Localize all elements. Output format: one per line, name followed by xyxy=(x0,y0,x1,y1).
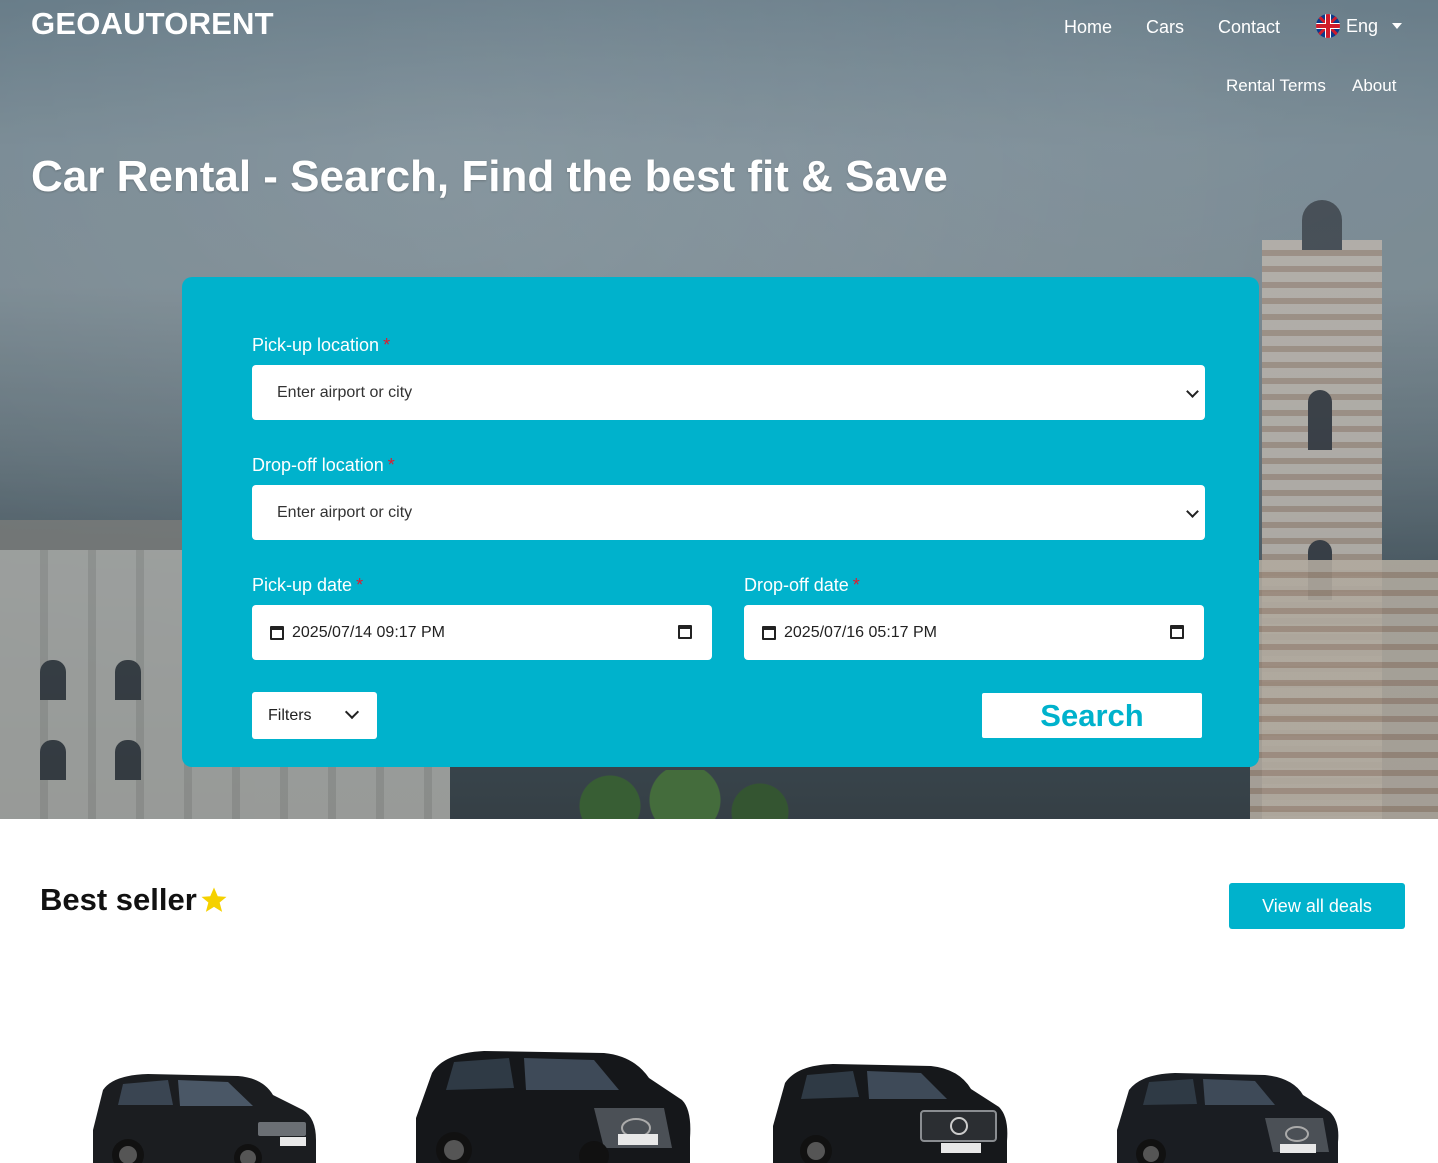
pickup-date-input[interactable]: 2025/07/14 09:17 PM xyxy=(252,605,712,660)
hero-banner: GEOAUTORENT Home Cars Contact Eng Rental… xyxy=(0,0,1438,819)
nav-about[interactable]: About xyxy=(1352,76,1396,96)
pickup-date-label: Pick-up date * xyxy=(252,575,364,595)
nav-cars[interactable]: Cars xyxy=(1146,17,1184,38)
car-card-4-image[interactable] xyxy=(1115,1070,1340,1163)
filters-dropdown[interactable]: Filters xyxy=(252,692,377,739)
car-card-3-image[interactable] xyxy=(771,1061,1009,1163)
pickup-location-label: Pick-up location * xyxy=(252,335,391,355)
best-seller-heading: Best seller xyxy=(40,882,229,918)
calendar-icon xyxy=(270,625,284,640)
dropoff-date-label: Drop-off date * xyxy=(744,575,860,595)
dropoff-date-input[interactable]: 2025/07/16 05:17 PM xyxy=(744,605,1204,660)
nav-home[interactable]: Home xyxy=(1064,17,1112,38)
car-card-1-image[interactable] xyxy=(88,1070,318,1163)
search-button[interactable]: Search xyxy=(982,693,1202,738)
view-all-deals-button[interactable]: View all deals xyxy=(1229,883,1405,929)
hero-title: Car Rental - Search, Find the best fit &… xyxy=(31,152,948,201)
calendar-picker-icon[interactable] xyxy=(678,625,692,639)
nav-rental-terms[interactable]: Rental Terms xyxy=(1226,76,1326,96)
nav-contact[interactable]: Contact xyxy=(1218,17,1280,38)
chevron-down-icon xyxy=(344,704,360,720)
brand-logo[interactable]: GEOAUTORENT xyxy=(31,6,274,42)
chevron-down-icon xyxy=(1186,385,1199,398)
language-label: Eng xyxy=(1346,15,1379,36)
search-panel: Pick-up location * Enter airport or city … xyxy=(182,277,1259,767)
car-card-2-image[interactable] xyxy=(414,1048,692,1163)
calendar-picker-icon[interactable] xyxy=(1170,625,1184,639)
dropoff-location-label: Drop-off location * xyxy=(252,455,395,475)
caret-down-icon xyxy=(1392,23,1403,29)
language-selector[interactable]: Eng xyxy=(1316,14,1403,38)
uk-flag-icon xyxy=(1316,14,1340,38)
calendar-icon xyxy=(762,625,776,640)
pickup-location-select[interactable]: Enter airport or city xyxy=(252,365,1205,420)
chevron-down-icon xyxy=(1186,505,1199,518)
dropoff-location-select[interactable]: Enter airport or city xyxy=(252,485,1205,540)
star-icon xyxy=(201,887,227,912)
